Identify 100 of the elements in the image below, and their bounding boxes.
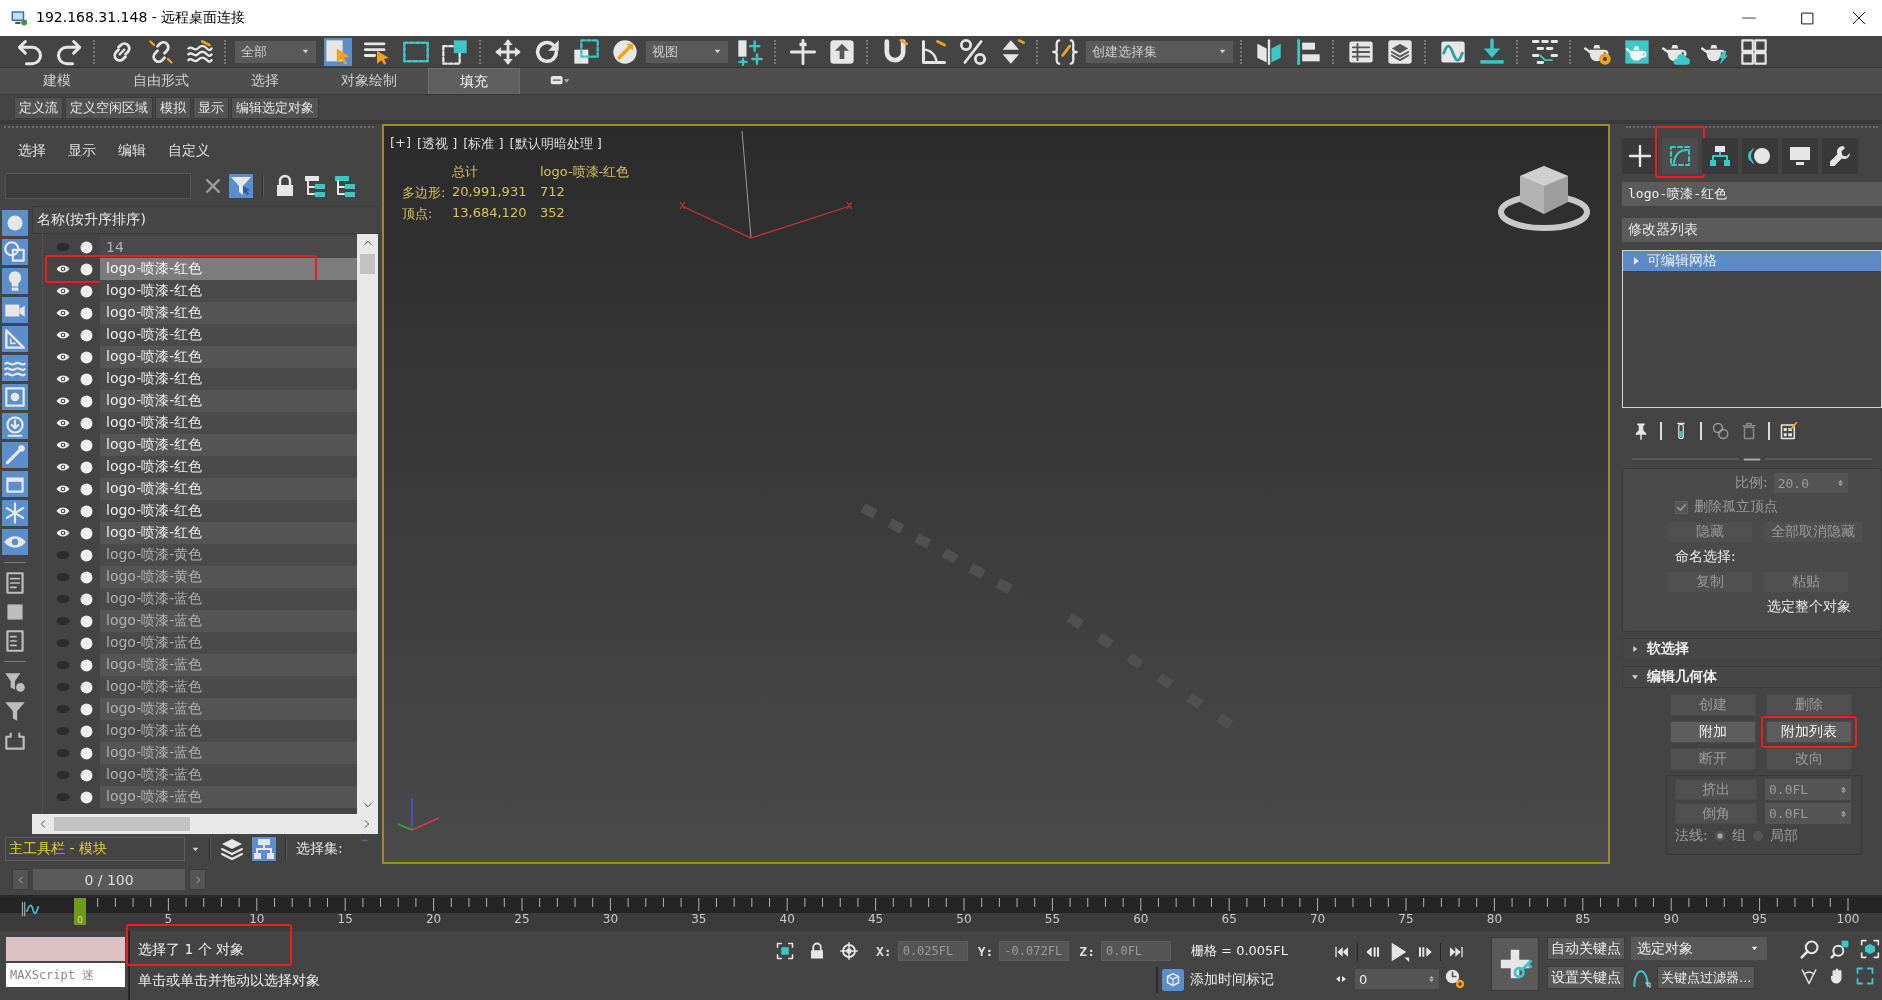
scroll-up-icon[interactable] bbox=[361, 238, 374, 248]
dot-icon[interactable] bbox=[80, 306, 93, 320]
layers-icon[interactable] bbox=[1385, 37, 1414, 66]
resize-grip-icon[interactable] bbox=[1742, 457, 1762, 461]
dot-icon[interactable] bbox=[80, 592, 93, 606]
object-name-cell[interactable]: logo-喷漆-红色 bbox=[100, 478, 357, 500]
object-name-cell[interactable]: logo-喷漆-黄色 bbox=[100, 544, 357, 566]
mirror-icon[interactable] bbox=[1254, 37, 1283, 66]
cursor-icon[interactable] bbox=[323, 37, 352, 66]
scroll-right-icon[interactable] bbox=[362, 818, 372, 830]
command-tab[interactable] bbox=[1742, 138, 1778, 174]
maximize-viewport-icon[interactable] bbox=[1856, 967, 1874, 985]
add-time-tag-button[interactable]: 添加时间标记 bbox=[1156, 967, 1274, 993]
ribbon-button[interactable]: 模拟 bbox=[155, 96, 191, 119]
object-name-cell[interactable]: 14 bbox=[100, 236, 357, 258]
tree-collapse-icon[interactable] bbox=[333, 174, 357, 198]
object-name-cell[interactable]: logo-喷漆-红色 bbox=[100, 258, 357, 280]
listener-output-field[interactable] bbox=[6, 937, 125, 961]
maxscript-listener-field[interactable]: MAXScript 迷 bbox=[6, 963, 125, 987]
waves-icon[interactable] bbox=[185, 37, 214, 66]
ribbon-button[interactable]: 定义流 bbox=[14, 96, 63, 119]
dot-icon[interactable] bbox=[80, 504, 93, 518]
dot-icon[interactable] bbox=[80, 702, 93, 716]
dot-icon[interactable] bbox=[80, 328, 93, 342]
explorer-menu[interactable]: 显示 bbox=[68, 142, 96, 160]
object-name-cell[interactable]: logo-喷漆-红色 bbox=[100, 324, 357, 346]
spinner-arrows-icon[interactable] bbox=[1428, 973, 1435, 985]
object-name-cell[interactable]: logo-喷漆-蓝色 bbox=[100, 610, 357, 632]
explorer-menu[interactable]: 选择 bbox=[18, 142, 46, 160]
field-of-view-icon[interactable] bbox=[1800, 967, 1818, 985]
dot-icon[interactable] bbox=[80, 570, 93, 584]
set-key-button[interactable] bbox=[1491, 937, 1539, 991]
set-keys-button[interactable]: 设置关键点 bbox=[1547, 966, 1625, 989]
viewport[interactable]: [+] [透视 ] [标准 ] [默认明暗处理 ] 总计 logo-喷漆-红色 多边形: 20,991,931 712 顶点: 13,684,120 352 bbox=[382, 124, 1610, 864]
drawer-icon[interactable] bbox=[2, 471, 28, 497]
zoom-all-icon[interactable] bbox=[1830, 939, 1850, 959]
dot-icon[interactable] bbox=[80, 262, 93, 276]
ribbon-tab[interactable]: 选择 bbox=[220, 68, 310, 94]
dot-icon[interactable] bbox=[80, 614, 93, 628]
dot-icon[interactable] bbox=[80, 240, 93, 254]
linked-circles-icon[interactable] bbox=[1712, 422, 1730, 440]
scale-icon[interactable] bbox=[571, 37, 600, 66]
horizontal-scrollbar[interactable] bbox=[32, 814, 378, 834]
tree-icon[interactable] bbox=[303, 174, 327, 198]
selection-lock-icon[interactable] bbox=[776, 942, 794, 960]
angle-snap-icon[interactable] bbox=[919, 37, 948, 66]
search-field[interactable] bbox=[5, 173, 191, 199]
braces-icon[interactable] bbox=[1050, 37, 1079, 66]
command-tab[interactable] bbox=[1662, 138, 1698, 174]
dot-icon[interactable] bbox=[80, 768, 93, 782]
zoom-icon[interactable] bbox=[1800, 939, 1820, 959]
tangent-icon[interactable] bbox=[1631, 967, 1651, 988]
padlock-icon[interactable] bbox=[808, 942, 826, 960]
dot-icon[interactable] bbox=[80, 350, 93, 364]
snowflake-icon[interactable] bbox=[2, 500, 28, 526]
trash-icon[interactable] bbox=[1740, 422, 1758, 440]
dot-icon[interactable] bbox=[80, 790, 93, 804]
object-name-field[interactable]: logo-喷漆-红色 bbox=[1622, 182, 1882, 206]
object-name-cell[interactable]: logo-喷漆-红色 bbox=[100, 522, 357, 544]
explorer-menu[interactable]: 自定义 bbox=[168, 142, 210, 160]
object-name-cell[interactable]: logo-喷漆-蓝色 bbox=[100, 764, 357, 786]
object-name-cell[interactable]: logo-喷漆-蓝色 bbox=[100, 676, 357, 698]
ribbon-tab[interactable]: 对象绘制 bbox=[310, 68, 428, 94]
modifier-stack-item[interactable]: 可编辑网格 bbox=[1623, 251, 1881, 271]
object-name-cell[interactable]: logo-喷漆-红色 bbox=[100, 434, 357, 456]
named-selection-dropdown[interactable]: 创建选择集 bbox=[1086, 40, 1233, 63]
dot-icon[interactable] bbox=[80, 636, 93, 650]
dot-icon[interactable] bbox=[80, 724, 93, 738]
object-name-cell[interactable]: logo-喷漆-红色 bbox=[100, 390, 357, 412]
viewport-label[interactable]: [+] bbox=[390, 135, 412, 153]
explorer-menu[interactable]: 编辑 bbox=[118, 142, 146, 160]
scrollbar-thumb[interactable] bbox=[360, 254, 375, 274]
command-tab[interactable] bbox=[1702, 138, 1738, 174]
clear-icon[interactable] bbox=[203, 176, 223, 196]
dots-graph-icon[interactable] bbox=[1530, 37, 1559, 66]
dot-icon[interactable] bbox=[80, 372, 93, 386]
next-key-icon[interactable] bbox=[1416, 944, 1434, 960]
dot-icon[interactable] bbox=[80, 548, 93, 562]
object-name-cell[interactable]: logo-喷漆-红色 bbox=[100, 280, 357, 302]
ribbon-tab[interactable]: 填充 bbox=[428, 68, 520, 94]
dot-icon[interactable] bbox=[80, 746, 93, 760]
object-name-cell[interactable]: logo-喷漆-红色 bbox=[100, 302, 357, 324]
object-name-cell[interactable]: logo-喷漆-红色 bbox=[100, 456, 357, 478]
object-name-cell[interactable]: logo-喷漆-红色 bbox=[100, 500, 357, 522]
viewport-grid-icon[interactable] bbox=[1739, 37, 1768, 66]
lightbulb-icon[interactable] bbox=[2, 268, 28, 294]
dot-icon[interactable] bbox=[80, 680, 93, 694]
undo-icon[interactable] bbox=[15, 37, 44, 66]
ribbon-button[interactable]: 编辑选定对象 bbox=[231, 96, 319, 119]
attach-button[interactable]: 附加 bbox=[1670, 721, 1756, 743]
scroll-down-icon[interactable] bbox=[361, 800, 374, 810]
object-name-cell[interactable]: logo-喷漆-红色 bbox=[100, 346, 357, 368]
viewport-label[interactable]: [默认明暗处理 ] bbox=[509, 135, 602, 153]
dot-icon[interactable] bbox=[80, 416, 93, 430]
scroll-left-icon[interactable] bbox=[38, 818, 48, 830]
toolbar-dropdown[interactable]: 主工具栏 - 模块 bbox=[5, 837, 185, 861]
crosshair-icon[interactable] bbox=[788, 37, 817, 66]
modifier-list-dropdown[interactable]: 修改器列表 bbox=[1622, 218, 1882, 242]
dot-icon[interactable] bbox=[80, 482, 93, 496]
filter-cursor-icon[interactable] bbox=[229, 174, 253, 198]
